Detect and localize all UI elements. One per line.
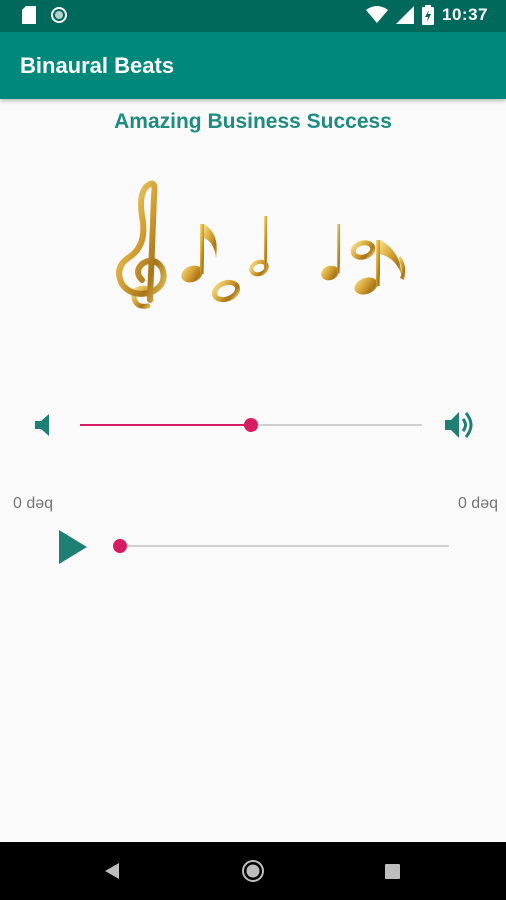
eighth-note-icon [354, 240, 406, 295]
half-note-icon [350, 240, 376, 260]
seek-bar-thumb[interactable] [113, 539, 127, 553]
back-icon[interactable] [104, 862, 120, 880]
volume-down-icon[interactable] [33, 413, 55, 437]
quarter-note-icon [321, 224, 340, 281]
app-title: Binaural Beats [20, 53, 175, 78]
volume-slider-thumb[interactable] [244, 418, 258, 432]
half-note-icon [249, 216, 269, 277]
music-notes-image [116, 180, 406, 309]
signal-icon [396, 6, 415, 24]
volume-up-icon[interactable] [443, 409, 477, 441]
status-time: 10:37 [442, 5, 488, 24]
system-nav-bar [0, 842, 506, 900]
sd-card-icon [22, 6, 36, 24]
elapsed-time: 0 dəq [13, 495, 54, 512]
play-icon[interactable] [57, 529, 89, 565]
recent-apps-icon[interactable] [385, 864, 400, 879]
app-bar: Binaural Beats [0, 32, 506, 99]
battery-icon [422, 5, 435, 25]
total-duration: 0 dəq [457, 495, 498, 512]
wifi-icon [366, 6, 389, 23]
seek-bar-track [120, 545, 449, 547]
treble-clef-icon [116, 180, 167, 309]
status-bar: 10:37 [0, 0, 506, 32]
circle-notification-icon [51, 7, 67, 23]
home-icon[interactable] [241, 859, 265, 883]
half-note-icon [211, 279, 241, 303]
track-title: Amazing Business Success [114, 110, 392, 133]
volume-slider-fill [80, 424, 251, 426]
eighth-note-icon [181, 224, 217, 283]
